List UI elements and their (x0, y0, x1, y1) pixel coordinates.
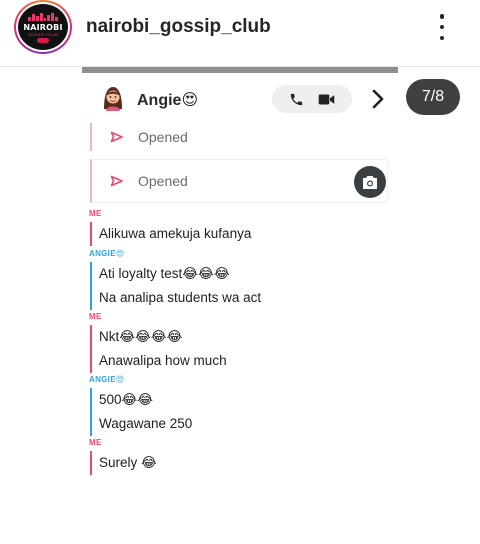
message-group: Nkt😂😂😂😂 Anawalipa how much (90, 325, 386, 373)
opened-status-row: Opened (90, 159, 388, 203)
message-group: Ati loyalty test😂😂😂 Na analipa students … (90, 262, 386, 310)
message-text: Surely 😂 (99, 455, 157, 470)
triangle-outline-icon (110, 131, 123, 143)
sender-label-me: ME (89, 438, 102, 447)
message-group: 500😂😂 Wagawane 250 (90, 388, 386, 436)
message-group: Alikuwa amekuja kufanya (90, 222, 386, 246)
phone-icon[interactable] (289, 92, 304, 107)
message-text: 500😂😂 (99, 392, 154, 407)
opened-status-row: Opened (90, 123, 388, 151)
post-image[interactable]: Angie😍 Opened Opened ME Alikuwa amekuja … (82, 67, 398, 480)
nairobi-gossip-club-logo: NAIROBI GOSSIP CLUB (18, 4, 68, 50)
chat-call-actions (272, 85, 352, 113)
camera-icon[interactable] (354, 166, 386, 198)
opened-label: Opened (138, 129, 188, 145)
chat-contact-name: Angie😍 (137, 92, 199, 109)
video-icon[interactable] (318, 93, 335, 106)
message-text: Na analipa students wa act (99, 290, 262, 305)
message-text: Wagawane 250 (99, 416, 193, 431)
sender-label-angie: ANGIE😍 (89, 375, 125, 384)
message-text: Alikuwa amekuja kufanya (99, 226, 252, 241)
sender-label-angie: ANGIE😍 (89, 249, 125, 258)
message-text: Nkt😂😂😂😂 (99, 329, 183, 344)
post-username[interactable]: nairobi_gossip_club (86, 16, 271, 38)
opened-label: Opened (138, 173, 188, 189)
lips-icon (37, 38, 49, 43)
message-text: Anawalipa how much (99, 353, 227, 368)
chat-header: Angie😍 (82, 73, 398, 123)
image-counter-badge: 7/8 (406, 79, 460, 115)
bitmoji-avatar-icon (104, 87, 122, 111)
message-group: Surely 😂 (90, 451, 386, 475)
logo-subtext: GOSSIP CLUB (27, 32, 59, 37)
more-vertical-icon[interactable] (436, 14, 448, 40)
logo-text: NAIROBI (23, 23, 63, 32)
sender-label-me: ME (89, 209, 102, 218)
sender-label-me: ME (89, 312, 102, 321)
profile-avatar[interactable]: NAIROBI GOSSIP CLUB (14, 0, 72, 54)
post-header: NAIROBI GOSSIP CLUB nairobi_gossip_club (0, 0, 480, 54)
triangle-outline-icon (110, 175, 123, 187)
skyline-graphic (28, 13, 58, 21)
message-text: Ati loyalty test😂😂😂 (99, 266, 230, 281)
chevron-right-icon[interactable] (371, 89, 385, 109)
